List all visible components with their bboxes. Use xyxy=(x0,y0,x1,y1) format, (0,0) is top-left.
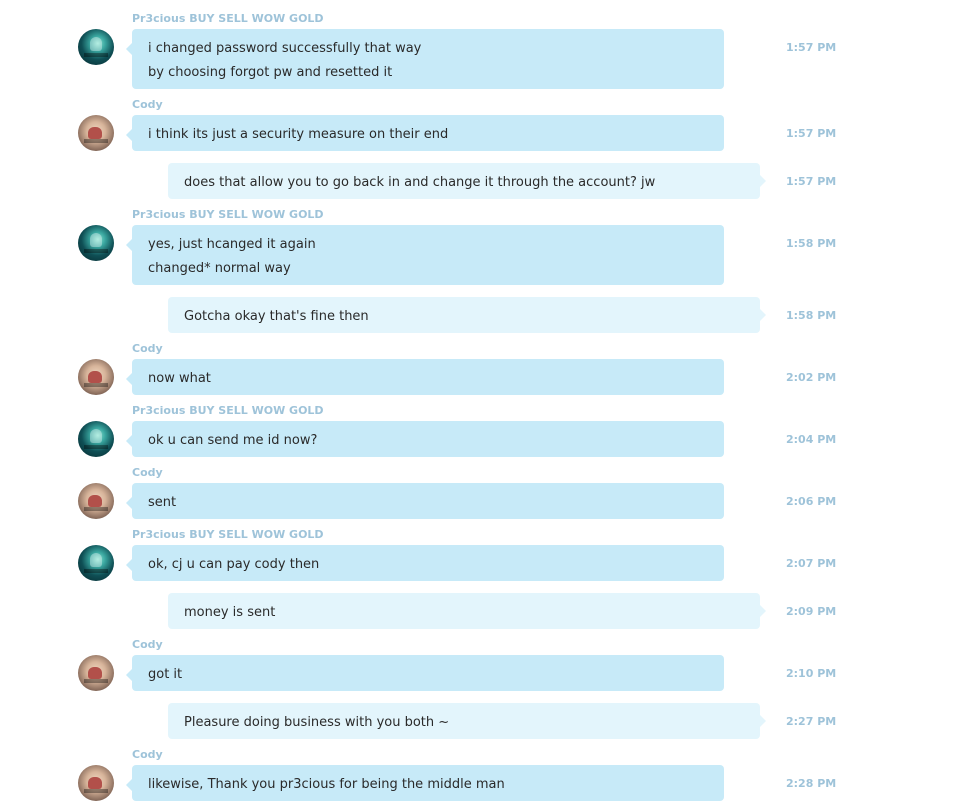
message-bubble[interactable]: likewise, Thank you pr3cious for being t… xyxy=(126,765,724,801)
message-timestamp: 1:57 PM xyxy=(786,41,837,54)
message-timestamp: 2:27 PM xyxy=(786,715,837,728)
message-timestamp: 1:57 PM xyxy=(786,175,837,188)
message-text: Gotcha okay that's fine then xyxy=(184,309,369,324)
message-text: got it xyxy=(148,667,183,682)
message-text: money is sent xyxy=(184,605,276,620)
message-timestamp: 2:04 PM xyxy=(786,433,837,446)
avatar-figure-icon xyxy=(90,553,102,567)
avatar-figure-icon xyxy=(90,233,102,247)
sender-name: Cody xyxy=(132,466,163,479)
avatar-figure-icon xyxy=(90,37,102,51)
avatar-figure-icon xyxy=(88,777,102,789)
message-text: Pleasure doing business with you both ~ xyxy=(184,715,450,730)
avatar-figure-icon xyxy=(88,371,102,383)
chat-conversation: Pr3cious BUY SELL WOW GOLD i changed pas… xyxy=(0,0,962,809)
message-timestamp: 2:02 PM xyxy=(786,371,837,384)
avatar[interactable] xyxy=(78,359,114,395)
avatar-figure-icon xyxy=(88,667,102,679)
message-bubble[interactable]: money is sent xyxy=(168,593,766,629)
sender-name: Cody xyxy=(132,638,163,651)
message-bubble[interactable]: got it xyxy=(126,655,724,691)
avatar[interactable] xyxy=(78,765,114,801)
message-timestamp: 2:06 PM xyxy=(786,495,837,508)
avatar[interactable] xyxy=(78,655,114,691)
sender-name: Pr3cious BUY SELL WOW GOLD xyxy=(132,404,324,417)
avatar[interactable] xyxy=(78,483,114,519)
message-bubble[interactable]: ok, cj u can pay cody then xyxy=(126,545,724,581)
message-text: by choosing forgot pw and resetted it xyxy=(148,65,393,80)
message-bubble[interactable]: now what xyxy=(126,359,724,395)
sender-name: Pr3cious BUY SELL WOW GOLD xyxy=(132,12,324,25)
avatar[interactable] xyxy=(78,225,114,261)
sender-name: Cody xyxy=(132,748,163,761)
message-timestamp: 1:57 PM xyxy=(786,127,837,140)
avatar-figure-icon xyxy=(90,429,102,443)
message-timestamp: 1:58 PM xyxy=(786,309,837,322)
avatar[interactable] xyxy=(78,115,114,151)
message-bubble[interactable]: ok u can send me id now? xyxy=(126,421,724,457)
avatar[interactable] xyxy=(78,421,114,457)
sender-name: Pr3cious BUY SELL WOW GOLD xyxy=(132,208,324,221)
message-text: changed* normal way xyxy=(148,261,291,276)
message-bubble[interactable]: i changed password successfully that way… xyxy=(126,29,724,89)
message-timestamp: 2:28 PM xyxy=(786,777,837,790)
message-text: yes, just hcanged it again xyxy=(148,237,316,252)
message-bubble[interactable]: Pleasure doing business with you both ~ xyxy=(168,703,766,739)
avatar-figure-icon xyxy=(88,127,102,139)
message-text: sent xyxy=(148,495,177,510)
message-text: ok, cj u can pay cody then xyxy=(148,557,320,572)
message-text: does that allow you to go back in and ch… xyxy=(184,175,656,190)
message-timestamp: 1:58 PM xyxy=(786,237,837,250)
message-text: i think its just a security measure on t… xyxy=(148,127,449,142)
avatar[interactable] xyxy=(78,29,114,65)
message-text: now what xyxy=(148,371,211,386)
sender-name: Pr3cious BUY SELL WOW GOLD xyxy=(132,528,324,541)
message-timestamp: 2:09 PM xyxy=(786,605,837,618)
message-timestamp: 2:07 PM xyxy=(786,557,837,570)
message-bubble[interactable]: Gotcha okay that's fine then xyxy=(168,297,766,333)
message-text: likewise, Thank you pr3cious for being t… xyxy=(148,777,505,792)
message-text: i changed password successfully that way xyxy=(148,41,422,56)
message-bubble[interactable]: sent xyxy=(126,483,724,519)
avatar[interactable] xyxy=(78,545,114,581)
message-timestamp: 2:10 PM xyxy=(786,667,837,680)
message-text: ok u can send me id now? xyxy=(148,433,318,448)
avatar-figure-icon xyxy=(88,495,102,507)
message-bubble[interactable]: does that allow you to go back in and ch… xyxy=(168,163,766,199)
sender-name: Cody xyxy=(132,342,163,355)
message-bubble[interactable]: i think its just a security measure on t… xyxy=(126,115,724,151)
sender-name: Cody xyxy=(132,98,163,111)
message-bubble[interactable]: yes, just hcanged it again changed* norm… xyxy=(126,225,724,285)
